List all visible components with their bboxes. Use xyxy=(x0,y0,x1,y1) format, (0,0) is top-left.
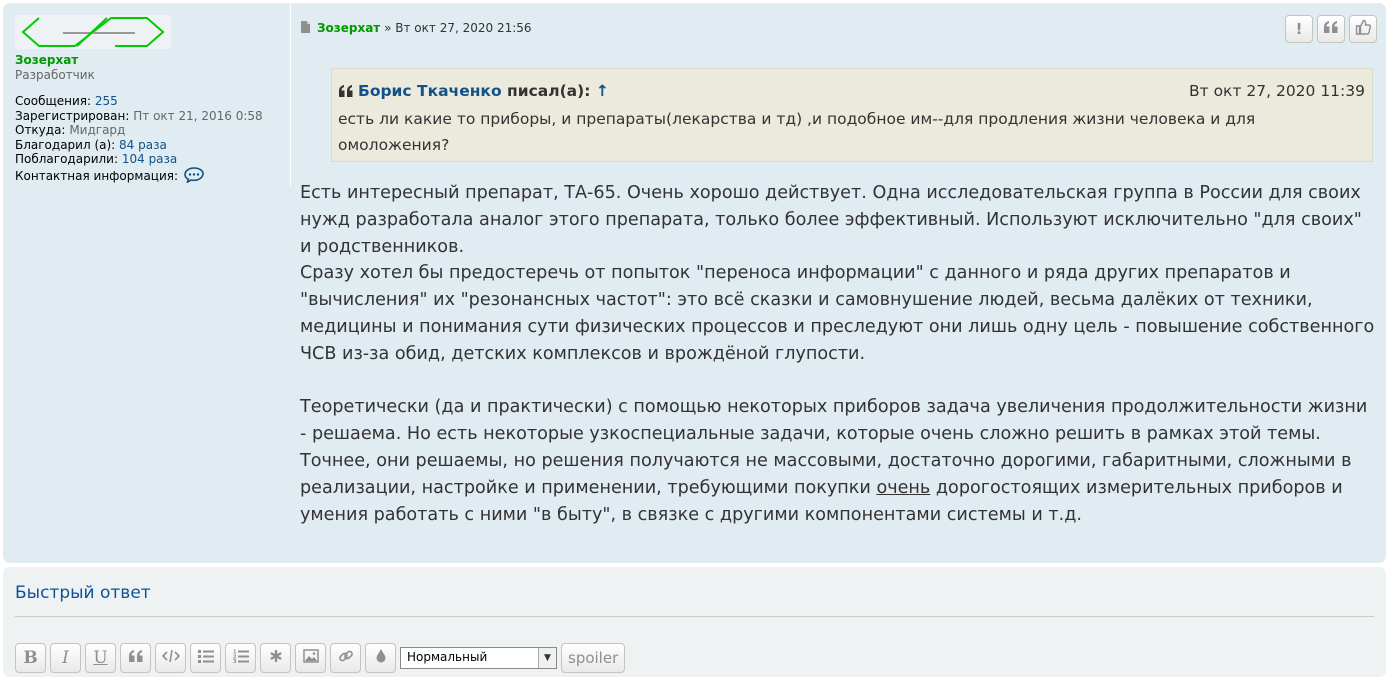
thanks-button[interactable] xyxy=(1349,15,1377,43)
quote-text: есть ли какие то приборы, и препараты(ле… xyxy=(338,110,1256,154)
list-item-button[interactable] xyxy=(260,643,291,673)
quote-source-link[interactable]: ↑ xyxy=(596,82,609,100)
post-buttons: ! xyxy=(1285,15,1377,43)
image-button[interactable] xyxy=(295,643,326,673)
numbered-list-button[interactable]: 123 xyxy=(225,643,256,673)
quote-button[interactable] xyxy=(1317,15,1345,43)
italic-button[interactable]: I xyxy=(50,643,81,673)
post-body: Зозерхат » Вт окт 27, 2020 21:56 ! Борис… xyxy=(300,3,1380,563)
user-avatar[interactable] xyxy=(15,15,171,49)
thanked-link[interactable]: 84 раза xyxy=(119,138,167,152)
link-icon xyxy=(338,648,354,669)
quote-block: Борис Ткаченко писал(а): ↑ Вт окт 27, 20… xyxy=(331,68,1373,162)
code-icon xyxy=(161,648,180,668)
quote-icon xyxy=(1323,20,1339,38)
stat-contact: Контактная информация: xyxy=(15,166,263,187)
quote-marks-icon xyxy=(338,80,354,106)
username[interactable]: Зозерхат xyxy=(15,53,78,67)
underlined-word: очень xyxy=(876,477,931,498)
post-profile: Зозерхат Разработчик Сообщения: 255 Заре… xyxy=(3,3,291,186)
bullet-list-button[interactable] xyxy=(190,643,221,673)
thumbs-up-icon xyxy=(1355,19,1372,39)
link-button[interactable] xyxy=(330,643,361,673)
post-paragraph-2: Сразу хотел бы предостеречь от попыток "… xyxy=(300,263,1375,364)
code-button[interactable] xyxy=(155,643,186,673)
user-rank: Разработчик xyxy=(15,68,95,82)
quick-reply-title: Быстрый ответ xyxy=(15,583,151,603)
quote-author-link[interactable]: Борис Ткаченко xyxy=(358,82,502,100)
bold-button[interactable]: B xyxy=(15,643,46,673)
user-stats: Сообщения: 255 Зарегистрирован: Пт окт 2… xyxy=(15,94,263,186)
font-size-select[interactable]: Нормальный ▼ xyxy=(400,647,557,669)
droplet-icon xyxy=(375,648,387,668)
stat-posts: Сообщения: 255 xyxy=(15,94,118,108)
quote-date: Вт окт 27, 2020 11:39 xyxy=(1188,82,1365,100)
post-author-line: Зозерхат » Вт окт 27, 2020 21:56 xyxy=(300,21,532,36)
stat-registered: Зарегистрирован: Пт окт 21, 2016 0:58 xyxy=(15,108,263,123)
numbered-list-icon: 123 xyxy=(233,648,249,668)
asterisk-icon xyxy=(269,648,283,668)
forum-post: Зозерхат Разработчик Сообщения: 255 Заре… xyxy=(3,3,1386,563)
quote-icon xyxy=(128,648,144,668)
posts-count-link[interactable]: 255 xyxy=(95,94,118,108)
stat-was-thanked: Поблагодарили: 104 раза xyxy=(15,152,178,166)
was-thanked-link[interactable]: 104 раза xyxy=(122,152,177,166)
post-datetime: Вт окт 27, 2020 21:56 xyxy=(395,21,532,35)
spoiler-button[interactable]: spoiler xyxy=(561,643,626,673)
quote-cite: Борис Ткаченко писал(а): ↑ Вт окт 27, 20… xyxy=(338,78,1365,106)
color-button[interactable] xyxy=(365,643,396,673)
editor-toolbar: B I U 123 Нормальный ▼ spoiler xyxy=(15,643,626,673)
image-icon xyxy=(302,648,319,668)
post-paragraph-1: Есть интересный препарат, ТА-65. Очень х… xyxy=(300,183,1362,257)
stat-thanked: Благодарил (а): 84 раза xyxy=(15,137,167,152)
svg-text:3: 3 xyxy=(233,659,237,663)
quick-reply-panel: Быстрый ответ B I U 123 Нормальный ▼ spo… xyxy=(3,567,1386,677)
bullet-list-icon xyxy=(197,648,214,668)
post-author-name[interactable]: Зозерхат xyxy=(317,21,380,35)
post-document-icon[interactable] xyxy=(300,21,311,36)
underline-button[interactable]: U xyxy=(85,643,116,673)
chevron-down-icon[interactable]: ▼ xyxy=(538,648,556,668)
quick-reply-divider xyxy=(15,616,1374,617)
post-paragraph-3: Теоретически (да и практически) с помощь… xyxy=(300,397,1368,525)
quote-tool-button[interactable] xyxy=(120,643,151,673)
contact-bubble-icon[interactable] xyxy=(184,166,204,187)
post-content: Есть интересный препарат, ТА-65. Очень х… xyxy=(300,180,1378,528)
stat-location: Откуда: Мидгард xyxy=(15,123,126,137)
report-button[interactable]: ! xyxy=(1285,15,1313,43)
